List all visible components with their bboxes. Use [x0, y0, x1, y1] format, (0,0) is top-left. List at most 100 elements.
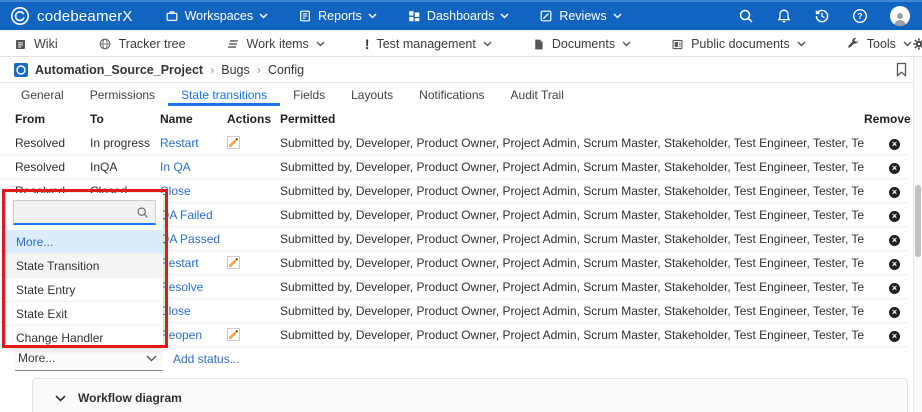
- toolbar-label: Public documents: [691, 37, 790, 51]
- chevron-down-icon: [613, 13, 622, 19]
- document-icon: [532, 38, 545, 51]
- cell-permitted: Submitted by, Developer, Product Owner, …: [280, 304, 864, 318]
- menu-label: Dashboards: [427, 9, 494, 23]
- remove-icon[interactable]: ×: [889, 331, 900, 342]
- remove-icon[interactable]: ×: [889, 235, 900, 246]
- workflow-diagram-section[interactable]: Workflow diagram: [32, 378, 908, 412]
- menu-dashboards[interactable]: Dashboards: [407, 9, 509, 23]
- state-transition-row: Resolved In progress Restart Submitted b…: [0, 131, 908, 155]
- cell-remove: ×: [864, 256, 908, 270]
- toolbar-label: Documents: [552, 37, 615, 51]
- dropdown-search-input[interactable]: [20, 205, 136, 219]
- toolbar-item-documents[interactable]: Documents: [532, 37, 631, 51]
- cell-permitted: Submitted by, Developer, Product Owner, …: [280, 256, 864, 270]
- transition-name-link[interactable]: Reopen: [160, 328, 227, 342]
- codebeamer-logo[interactable]: codebeamerX: [10, 6, 133, 26]
- wrench-icon: [846, 37, 860, 51]
- history-icon[interactable]: [814, 8, 830, 24]
- menu-reviews[interactable]: Reviews: [539, 9, 621, 23]
- header-permitted: Permitted: [280, 112, 864, 126]
- dropdown-option[interactable]: State Transition: [6, 254, 163, 278]
- config-tab[interactable]: General: [8, 84, 77, 106]
- top-navigation-bar: codebeamerX Workspaces Reports Dashboard…: [0, 0, 922, 30]
- transition-name-link[interactable]: Close: [160, 184, 227, 198]
- cell-remove: ×: [864, 136, 908, 150]
- notifications-bell-icon[interactable]: [776, 8, 792, 24]
- project-toolbar: Wiki Tracker tree Work items ! Test mana…: [0, 32, 922, 57]
- remove-icon[interactable]: ×: [889, 139, 900, 150]
- chevron-down-icon: [903, 41, 912, 47]
- bookmark-icon[interactable]: [895, 62, 908, 77]
- chevron-down-icon: [622, 41, 631, 47]
- config-tab[interactable]: Layouts: [338, 84, 406, 106]
- workspaces-icon: [165, 9, 179, 23]
- logo-text: codebeamerX: [37, 8, 133, 25]
- toolbar-item-public-documents[interactable]: Public documents: [671, 37, 806, 51]
- cell-remove: ×: [864, 280, 908, 294]
- user-avatar[interactable]: [890, 6, 910, 26]
- dropdown-option[interactable]: State Exit: [6, 302, 163, 326]
- search-icon[interactable]: [738, 8, 754, 24]
- cell-actions: [227, 136, 280, 149]
- codebeamer-config-page: codebeamerX Workspaces Reports Dashboard…: [0, 0, 922, 412]
- transition-type-dropdown: More... State Transition State Entry Sta…: [6, 193, 163, 345]
- config-tab[interactable]: Audit Trail: [498, 84, 577, 106]
- menu-workspaces[interactable]: Workspaces: [165, 9, 269, 23]
- config-tab[interactable]: Permissions: [77, 84, 168, 106]
- toolbar-item-test-management[interactable]: ! Test management: [365, 37, 492, 51]
- cell-remove: ×: [864, 208, 908, 222]
- config-tab[interactable]: State transitions: [168, 84, 280, 106]
- remove-icon[interactable]: ×: [889, 187, 900, 198]
- add-status-link[interactable]: Add status...: [173, 352, 240, 366]
- breadcrumb-tracker[interactable]: Bugs: [221, 63, 250, 77]
- remove-icon[interactable]: ×: [889, 307, 900, 318]
- cell-from: Resolved: [15, 136, 90, 150]
- transition-name-link[interactable]: In QA: [160, 160, 227, 174]
- dropdown-option[interactable]: State Entry: [6, 278, 163, 302]
- scrollbar-thumb[interactable]: [915, 185, 921, 257]
- toolbar-item-tracker-tree[interactable]: Tracker tree: [98, 37, 186, 51]
- menu-label: Reviews: [559, 9, 606, 23]
- transition-name-link[interactable]: Restart: [160, 256, 227, 270]
- menu-reports[interactable]: Reports: [298, 9, 377, 23]
- chevron-down-icon: [500, 13, 509, 19]
- dropdown-option[interactable]: More...: [6, 230, 163, 254]
- edit-action-icon[interactable]: [227, 256, 240, 269]
- breadcrumb-project[interactable]: Automation_Source_Project: [35, 63, 203, 77]
- cell-permitted: Submitted by, Developer, Product Owner, …: [280, 232, 864, 246]
- toolbar-item-tools[interactable]: Tools: [846, 37, 912, 51]
- breadcrumb-page[interactable]: Config: [268, 63, 304, 77]
- transition-name-link[interactable]: Resolve: [160, 280, 227, 294]
- cell-remove: ×: [864, 184, 908, 198]
- config-tab[interactable]: Notifications: [406, 84, 497, 106]
- edit-action-icon[interactable]: [227, 328, 240, 341]
- dropdown-options: More... State Transition State Entry Sta…: [6, 230, 163, 350]
- cell-permitted: Submitted by, Developer, Product Owner, …: [280, 136, 864, 150]
- toolbar-item-work-items[interactable]: Work items: [226, 37, 325, 51]
- transition-name-link[interactable]: Close: [160, 304, 227, 318]
- top-menus: Workspaces Reports Dashboards Reviews: [165, 9, 622, 23]
- cell-remove: ×: [864, 304, 908, 318]
- toolbar-item-wiki[interactable]: Wiki: [14, 37, 58, 51]
- chevron-down-icon: [316, 41, 325, 47]
- transition-name-link[interactable]: QA Failed: [160, 208, 227, 222]
- chevron-down-icon: [146, 355, 155, 361]
- cell-permitted: Submitted by, Developer, Product Owner, …: [280, 184, 864, 198]
- config-tab[interactable]: Fields: [280, 84, 338, 106]
- cell-actions: [227, 160, 280, 173]
- remove-icon[interactable]: ×: [889, 163, 900, 174]
- cell-from: Resolved: [15, 160, 90, 174]
- toolbar-item-admin[interactable]: Admin: [912, 37, 922, 51]
- remove-icon[interactable]: ×: [889, 211, 900, 222]
- toolbar-label: Work items: [247, 37, 309, 51]
- remove-icon[interactable]: ×: [889, 283, 900, 294]
- exclamation-icon: !: [365, 38, 370, 51]
- dropdown-option[interactable]: Change Handler: [6, 326, 163, 350]
- menu-label: Reports: [318, 9, 362, 23]
- remove-icon[interactable]: ×: [889, 259, 900, 270]
- header-remove: Remove: [864, 112, 908, 126]
- transition-name-link[interactable]: Restart: [160, 136, 227, 150]
- help-icon[interactable]: ?: [852, 8, 868, 24]
- transition-name-link[interactable]: QA Passed: [160, 232, 227, 246]
- edit-action-icon[interactable]: [227, 136, 240, 149]
